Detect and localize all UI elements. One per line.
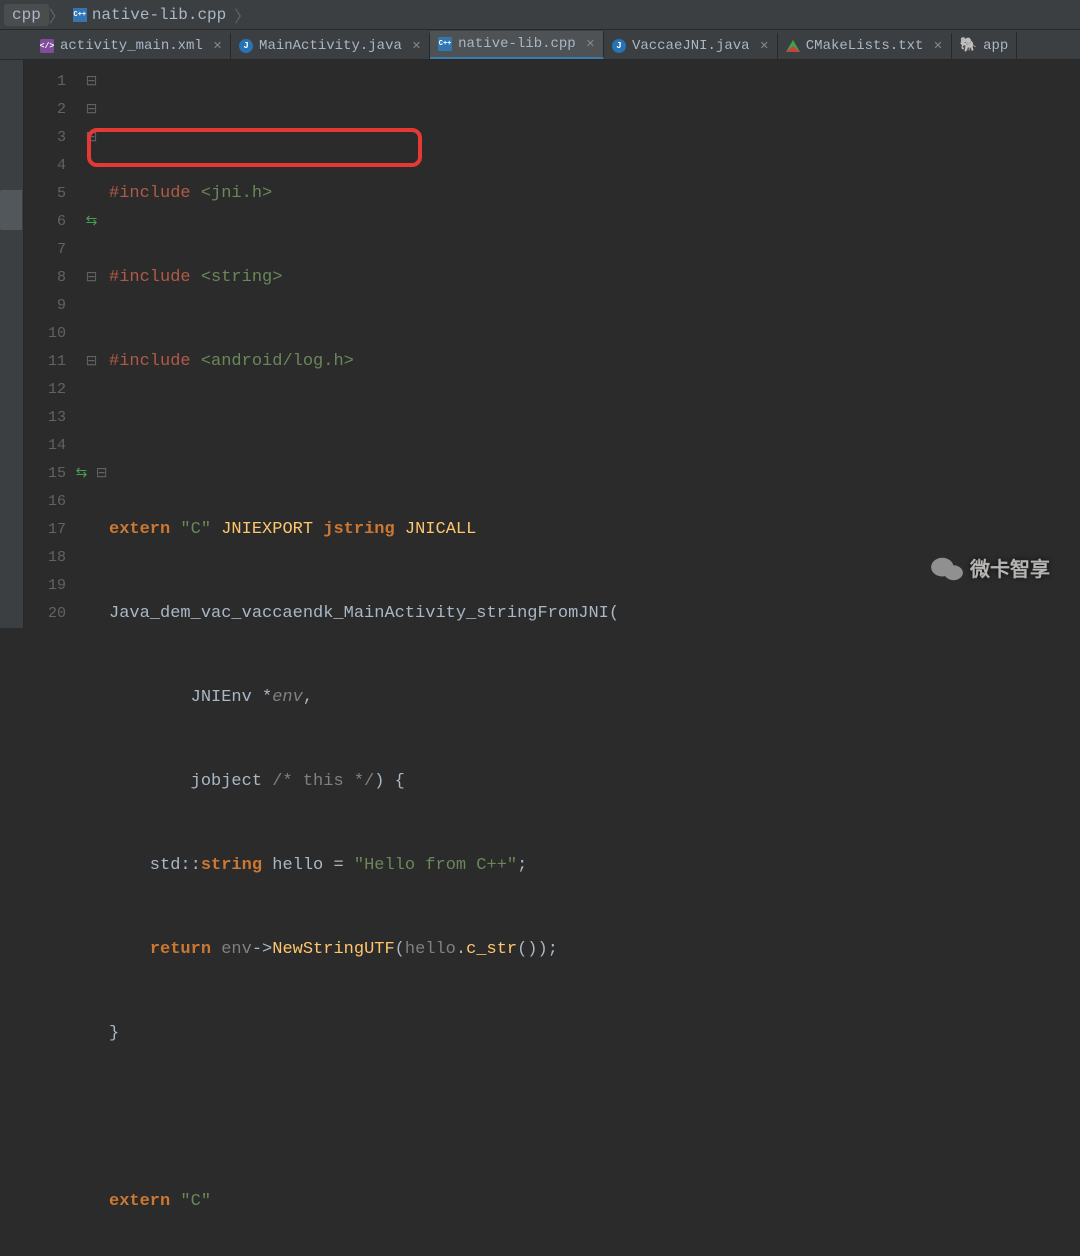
line-numbers: 12345 678910 1112131415 1617181920 <box>24 68 74 628</box>
tab-native-lib[interactable]: C++ native-lib.cpp ✕ <box>430 31 604 59</box>
breadcrumb-file[interactable]: C++ native-lib.cpp <box>65 4 234 26</box>
gutter: 12345 678910 1112131415 1617181920 ⊟ ⊟ ⊟… <box>24 60 109 628</box>
breadcrumb-label: cpp <box>12 6 41 24</box>
close-icon[interactable]: ✕ <box>213 39 222 53</box>
editor-area: 12345 678910 1112131415 1617181920 ⊟ ⊟ ⊟… <box>0 60 1080 628</box>
highlight-box <box>87 128 422 167</box>
close-icon[interactable]: ✕ <box>933 39 942 53</box>
wechat-icon <box>930 555 960 581</box>
chevron-right-icon: 〉 <box>49 3 65 27</box>
gradle-file-icon: 🐘 <box>960 37 977 54</box>
tab-vaccaejni[interactable]: VaccaeJNI.java ✕ <box>604 33 778 59</box>
chevron-right-icon: 〉 <box>234 3 250 27</box>
tab-label: MainActivity.java <box>259 38 402 54</box>
watermark: 微卡智享 <box>930 553 1050 582</box>
tab-activity-main[interactable]: </> activity_main.xml ✕ <box>32 33 231 59</box>
tab-app[interactable]: 🐘 app <box>952 32 1018 59</box>
breadcrumb-cpp[interactable]: cpp <box>4 4 49 26</box>
tab-label: activity_main.xml <box>60 38 203 54</box>
cpp-file-icon: C++ <box>438 37 452 51</box>
tab-label: CMakeLists.txt <box>806 38 924 54</box>
cpp-file-icon: C++ <box>73 8 87 22</box>
recursive-call-icon: ⇆ <box>86 214 98 230</box>
close-icon[interactable]: ✕ <box>412 39 421 53</box>
tab-label: app <box>983 38 1008 54</box>
recursive-call-icon: ⇆ <box>76 466 88 482</box>
sidebar-tab[interactable] <box>0 190 22 230</box>
close-icon[interactable]: ✕ <box>760 39 769 53</box>
editor-tab-bar: </> activity_main.xml ✕ MainActivity.jav… <box>0 30 1080 60</box>
tab-cmakelists[interactable]: CMakeLists.txt ✕ <box>778 33 952 59</box>
tab-label: native-lib.cpp <box>458 36 576 52</box>
tab-mainactivity[interactable]: MainActivity.java ✕ <box>231 33 430 59</box>
tab-label: VaccaeJNI.java <box>632 38 750 54</box>
java-file-icon <box>239 39 253 53</box>
watermark-text: 微卡智享 <box>970 553 1050 582</box>
breadcrumb-bar: cpp 〉 C++ native-lib.cpp 〉 <box>0 0 1080 30</box>
java-file-icon <box>612 39 626 53</box>
close-icon[interactable]: ✕ <box>586 37 595 51</box>
xml-file-icon: </> <box>40 39 54 53</box>
breadcrumb-label: native-lib.cpp <box>92 6 226 24</box>
cmake-file-icon <box>786 40 800 52</box>
code-editor[interactable]: #include <jni.h> #include <string> #incl… <box>109 60 1080 628</box>
tool-window-stripe[interactable] <box>0 60 24 628</box>
fold-column[interactable]: ⊟ ⊟ ⊟ ⇆ ⊟ ⊟ ⇆ ⊟ <box>74 68 109 628</box>
